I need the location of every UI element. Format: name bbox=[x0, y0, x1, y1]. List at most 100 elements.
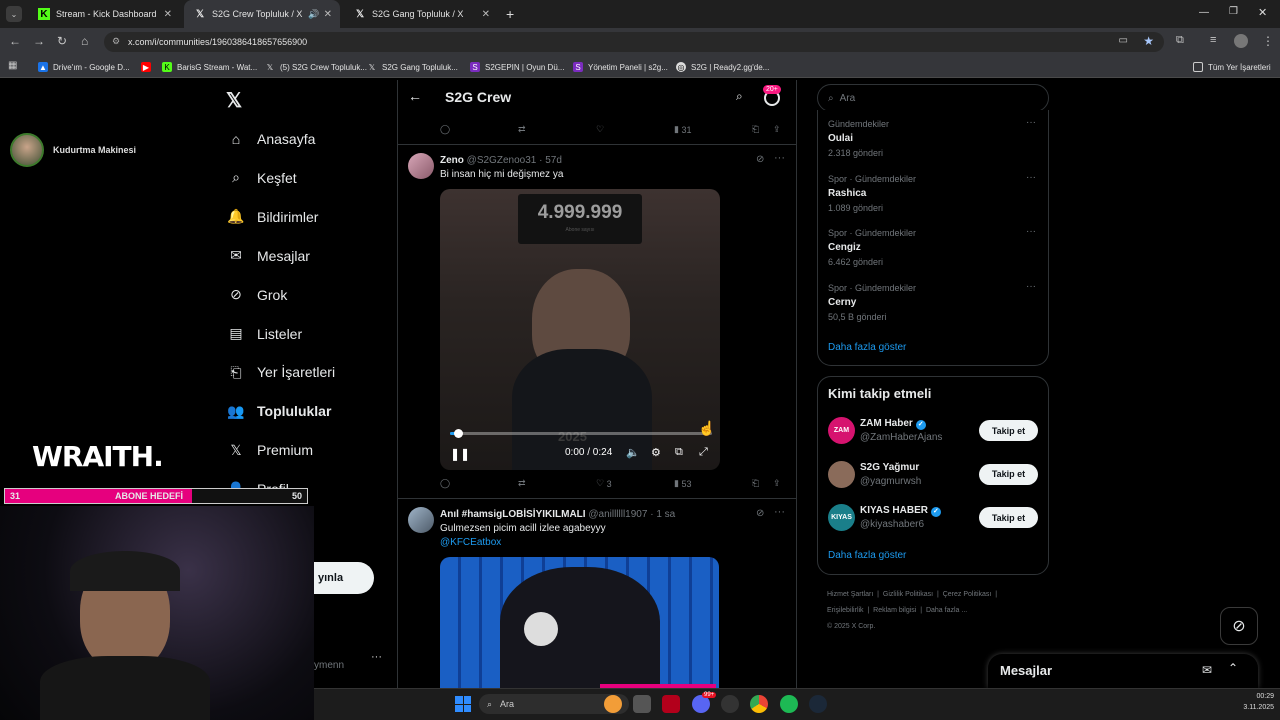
video-scrubber[interactable] bbox=[453, 429, 463, 438]
post-button-partial[interactable]: yınla bbox=[314, 562, 374, 594]
close-icon[interactable]: ✕ bbox=[164, 9, 172, 20]
grok-fab-icon[interactable]: ⊘ bbox=[1220, 607, 1258, 645]
bookmark-s2g-gang[interactable]: 𝕏 S2G Gang Topluluk... bbox=[367, 60, 458, 74]
footer-link[interactable]: Daha fazla ... bbox=[926, 607, 967, 614]
follow-suggestion-name[interactable]: KIYAS HABER ✓ bbox=[860, 505, 941, 517]
more-icon[interactable]: ··· bbox=[774, 152, 785, 164]
close-icon[interactable]: ✕ bbox=[482, 9, 490, 20]
menu-icon[interactable]: ⋮ bbox=[1262, 34, 1274, 48]
spotify-icon[interactable] bbox=[780, 695, 798, 713]
bookmark-yonetim[interactable]: S Yönetim Paneli | s2g... bbox=[573, 60, 668, 74]
trend-name[interactable]: Cengiz bbox=[828, 242, 861, 253]
follow-suggestion-name[interactable]: ZAM Haber ✓ bbox=[860, 418, 926, 430]
mention-link[interactable]: @KFCEatbox bbox=[440, 537, 501, 548]
author-name[interactable]: Zeno bbox=[440, 155, 464, 166]
show-more-follow-link[interactable]: Daha fazla göster bbox=[828, 550, 906, 561]
nav-item-search[interactable]: ⌕ Keşfet bbox=[227, 166, 297, 190]
nav-item-communities[interactable]: 👥 Topluluklar bbox=[227, 399, 331, 423]
author-handle[interactable]: @S2GZenoo31 bbox=[467, 155, 537, 166]
pip-icon[interactable]: ⧉ bbox=[675, 446, 683, 459]
footer-link[interactable]: Çerez Politikası bbox=[943, 591, 992, 598]
bookmark-youtube[interactable]: ▶ bbox=[141, 60, 156, 74]
bookmark-icon[interactable]: ⎗ bbox=[752, 124, 759, 135]
new-message-icon[interactable]: ✉ bbox=[1202, 663, 1212, 677]
footer-link[interactable]: Gizlilik Politikası bbox=[883, 591, 933, 598]
bookmark-icon[interactable]: ⎗ bbox=[752, 478, 759, 489]
minimize-icon[interactable]: — bbox=[1199, 7, 1209, 18]
tab-search-button[interactable]: ⌄ bbox=[6, 6, 22, 22]
tab-kick-dashboard[interactable]: K Stream - Kick Dashboard ✕ bbox=[28, 0, 180, 28]
author-name[interactable]: Anıl #hamsigLOBİSİYIKILMALI bbox=[440, 509, 586, 520]
profile-avatar[interactable] bbox=[1234, 34, 1248, 48]
share-icon[interactable]: ⇪ bbox=[773, 124, 781, 135]
reply-icon[interactable]: ◯ bbox=[440, 478, 450, 489]
follow-button[interactable]: Takip et bbox=[979, 507, 1038, 528]
bookmark-kick[interactable]: K BarisG Stream - Wat... bbox=[162, 60, 257, 74]
avatar[interactable] bbox=[408, 153, 434, 179]
volume-icon[interactable]: 🔈 bbox=[626, 446, 640, 459]
post-time[interactable]: · 1 sa bbox=[650, 509, 675, 520]
settings-icon[interactable]: ⚙ bbox=[651, 446, 661, 459]
apps-icon[interactable]: ▦ bbox=[8, 60, 17, 71]
views-count[interactable]: ▮ 53 bbox=[674, 478, 691, 489]
speaker-icon[interactable]: 🔊 bbox=[308, 9, 319, 20]
reload-icon[interactable]: ↻ bbox=[57, 34, 67, 48]
cast-icon[interactable]: ▭ bbox=[1119, 35, 1128, 46]
messages-dock[interactable]: Mesajlar ✉ ⌃ bbox=[988, 654, 1258, 688]
author-handle[interactable]: @anillllll1907 bbox=[588, 509, 647, 520]
follow-suggestion-name[interactable]: S2G Yağmur bbox=[860, 462, 919, 473]
expand-icon[interactable]: ⌃ bbox=[1228, 661, 1238, 675]
search-icon[interactable]: ⌕ bbox=[736, 89, 743, 104]
follow-suggestion-handle[interactable]: @ZamHaberAjans bbox=[860, 432, 942, 443]
all-bookmarks[interactable]: Tüm Yer İşaretleri bbox=[1193, 60, 1271, 74]
footer-link[interactable]: Reklam bilgisi bbox=[873, 607, 916, 614]
steam-icon[interactable] bbox=[809, 695, 827, 713]
start-icon[interactable] bbox=[455, 696, 471, 712]
x-logo-icon[interactable]: 𝕏 bbox=[226, 88, 242, 113]
account-handle-partial[interactable]: ymenn bbox=[314, 660, 344, 671]
home-icon[interactable]: ⌂ bbox=[81, 34, 88, 48]
grok-icon[interactable]: ⊘ bbox=[756, 508, 764, 519]
avatar[interactable]: KIYAS bbox=[828, 504, 855, 531]
trend-name[interactable]: Oulai bbox=[828, 133, 853, 144]
search-input[interactable]: ⌕ Ara bbox=[817, 84, 1049, 112]
share-icon[interactable]: ⇪ bbox=[773, 478, 781, 489]
more-icon[interactable]: ··· bbox=[1026, 117, 1036, 128]
tab-s2g-gang[interactable]: 𝕏 S2G Gang Topluluk / X ✕ bbox=[344, 0, 498, 28]
reply-icon[interactable]: ◯ bbox=[440, 124, 450, 135]
show-more-trends-link[interactable]: Daha fazla göster bbox=[828, 342, 906, 353]
star-icon[interactable]: ★ bbox=[1143, 34, 1154, 48]
footer-link[interactable]: Hizmet Şartları bbox=[827, 591, 873, 598]
more-icon[interactable]: ··· bbox=[1026, 172, 1036, 183]
follow-button[interactable]: Takip et bbox=[979, 463, 1038, 485]
follow-suggestion-handle[interactable]: @kiyashaber6 bbox=[860, 519, 924, 530]
nav-item-list[interactable]: ▤ Listeler bbox=[227, 322, 302, 346]
url-field[interactable]: ⚙ x.com/i/communities/196038641865765690… bbox=[104, 32, 1164, 52]
follow-button[interactable]: Takip et bbox=[979, 420, 1038, 441]
clock-date[interactable]: 3.11.2025 bbox=[1226, 704, 1274, 711]
media-icon[interactable]: ≡ bbox=[1210, 34, 1216, 46]
footer-link[interactable]: Erişilebilirlik bbox=[827, 607, 864, 614]
extensions-icon[interactable]: ⧉ bbox=[1176, 34, 1184, 47]
video-progress-bar[interactable] bbox=[450, 432, 712, 435]
obs-icon[interactable] bbox=[721, 695, 739, 713]
close-icon[interactable]: ✕ bbox=[324, 9, 332, 20]
nav-item-bell[interactable]: 🔔 Bildirimler bbox=[227, 205, 318, 229]
window-close-icon[interactable]: ✕ bbox=[1258, 6, 1267, 19]
more-icon[interactable]: ··· bbox=[1026, 281, 1036, 292]
like-icon[interactable]: ♡ bbox=[596, 124, 604, 135]
views-count[interactable]: ▮ 31 bbox=[674, 124, 691, 135]
clock-time[interactable]: 00:29 bbox=[1244, 693, 1274, 700]
task-view-icon[interactable] bbox=[633, 695, 651, 713]
new-tab-icon[interactable]: + bbox=[506, 6, 514, 22]
weather-widget-icon[interactable] bbox=[604, 695, 622, 713]
bookmark-s2gepin[interactable]: S S2GEPIN | Oyun Dü... bbox=[470, 60, 564, 74]
chrome-icon[interactable] bbox=[750, 695, 768, 713]
tab-s2g-crew[interactable]: 𝕏 S2G Crew Topluluk / X 🔊 ✕ bbox=[184, 0, 340, 28]
nav-item-mail[interactable]: ✉ Mesajlar bbox=[227, 244, 310, 268]
nav-item-x[interactable]: 𝕏 Premium bbox=[227, 438, 313, 462]
like-button[interactable]: ♡ 3 bbox=[596, 478, 612, 489]
nav-item-home[interactable]: ⌂ Anasayfa bbox=[227, 127, 316, 151]
avatar[interactable] bbox=[408, 507, 434, 533]
back-icon[interactable]: ← bbox=[9, 34, 21, 48]
